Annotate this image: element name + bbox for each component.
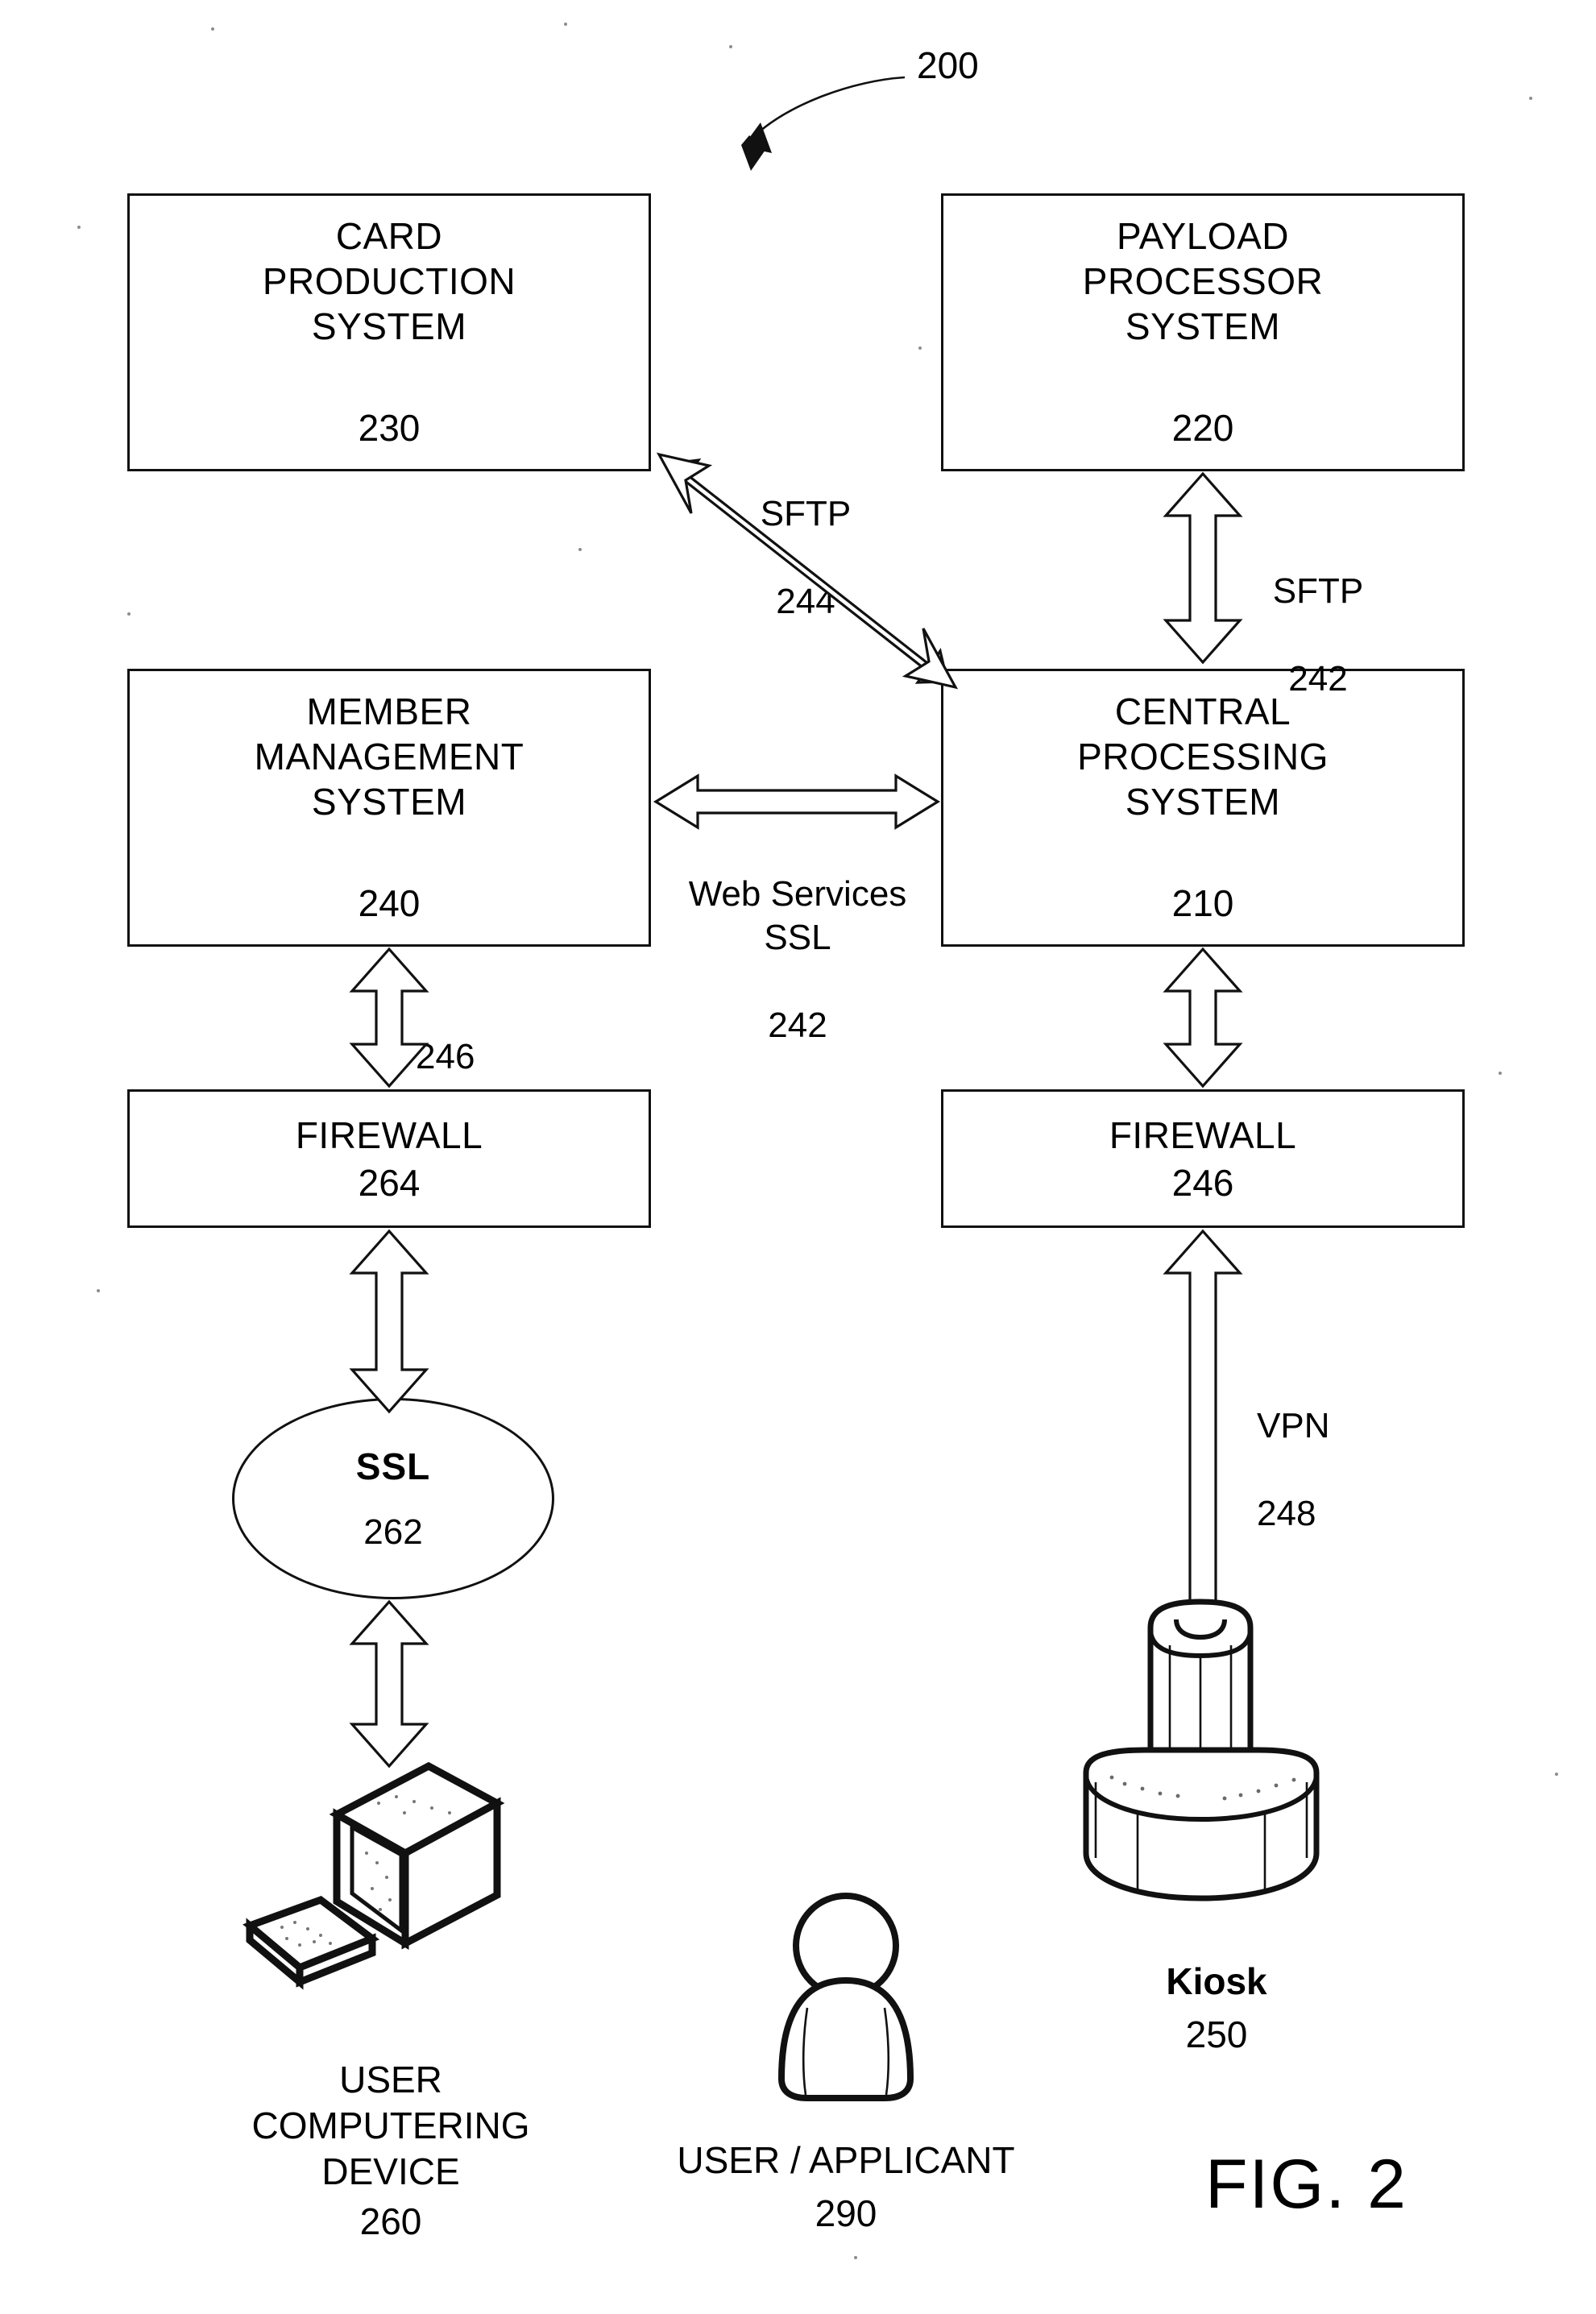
patent-figure-page: 200 CARD PRODUCTION SYSTEM 230 PAYLOAD P… (0, 0, 1596, 2314)
connector-vpn-248[interactable] (1163, 1229, 1243, 1656)
scan-speck (211, 27, 214, 31)
connector-ref: 248 (1257, 1493, 1316, 1533)
node-ref: 290 (815, 2192, 877, 2235)
scan-speck (1529, 97, 1532, 100)
scan-speck (77, 226, 81, 229)
node-central-processing-system[interactable]: CENTRAL PROCESSING SYSTEM 210 (941, 669, 1465, 947)
connector-ref: 246 (416, 1036, 475, 1076)
node-ref: 220 (1171, 407, 1234, 449)
connector-web-services-ssl-242[interactable] (653, 773, 941, 830)
scan-speck (564, 23, 567, 26)
node-title: MEMBER MANAGEMENT SYSTEM (254, 690, 524, 823)
figure-ref-leader (741, 76, 906, 171)
scan-speck (127, 612, 131, 616)
connector-label-vpn-248: VPN 248 (1257, 1360, 1442, 1536)
connector-protocol: VPN (1257, 1405, 1330, 1445)
node-card-production-system[interactable]: CARD PRODUCTION SYSTEM 230 (127, 193, 651, 471)
connector-protocol: SFTP (760, 493, 852, 533)
kiosk-icon (1083, 1599, 1320, 1901)
connector-label-sftp-244: SFTP 244 (709, 448, 902, 624)
connector-protocol: Web Services SSL (688, 873, 907, 958)
kiosk-ref: 250 (1072, 1966, 1362, 2058)
node-title: PAYLOAD PROCESSOR SYSTEM (1082, 215, 1324, 348)
user-computing-device-icon (243, 1761, 505, 1990)
node-payload-processor-system[interactable]: PAYLOAD PROCESSOR SYSTEM 220 (941, 193, 1465, 471)
node-ref: 230 (358, 407, 421, 449)
figure-ref-200: 200 (917, 44, 979, 86)
scan-speck (918, 346, 922, 350)
node-title: CARD PRODUCTION SYSTEM (262, 215, 516, 348)
node-ref: 264 (358, 1162, 421, 1205)
node-member-management-system[interactable]: MEMBER MANAGEMENT SYSTEM 240 (127, 669, 651, 947)
node-ref: 262 (363, 1512, 423, 1552)
connector-label-web-services-ssl-242: Web Services SSL 242 (669, 828, 927, 1048)
connector-ssl-to-user-device[interactable] (349, 1599, 429, 1769)
user-applicant-ref: 290 (620, 2145, 1072, 2237)
scan-speck (578, 548, 582, 551)
connector-ref: 244 (776, 581, 835, 621)
scan-speck (729, 45, 732, 48)
node-title: CENTRAL PROCESSING SYSTEM (1077, 690, 1329, 823)
node-ref: 260 (359, 2200, 422, 2243)
connector-label-sftp-242: SFTP 242 (1221, 525, 1415, 701)
node-firewall-right[interactable]: FIREWALL 246 (941, 1089, 1465, 1228)
node-ref: 240 (358, 882, 421, 924)
connector-ref: 242 (768, 1006, 827, 1046)
figure-caption: FIG. 2 (1205, 2146, 1407, 2223)
scan-speck (854, 2256, 857, 2259)
connector-protocol: SFTP (1272, 570, 1364, 611)
node-title: FIREWALL (295, 1113, 483, 1156)
connector-ref: 242 (1288, 658, 1348, 699)
node-firewall-left[interactable]: FIREWALL 264 (127, 1089, 651, 1228)
scan-speck (1555, 1773, 1558, 1776)
scan-speck (1499, 1072, 1502, 1075)
user-applicant-icon (777, 1893, 914, 2101)
user-device-ref: 260 (197, 2153, 584, 2245)
connector-label-246: 246 (416, 991, 529, 1079)
scan-speck (97, 1289, 100, 1292)
connector-cps-to-firewall-right[interactable] (1163, 947, 1243, 1089)
ssl-label: SSL (355, 1445, 431, 1487)
node-ref: 250 (1185, 2013, 1248, 2056)
node-ref: 210 (1171, 882, 1234, 924)
connector-firewall-left-to-ssl[interactable] (349, 1229, 429, 1414)
node-ref: 246 (1171, 1162, 1234, 1205)
node-title: FIREWALL (1109, 1113, 1297, 1156)
node-ssl-cloud[interactable]: SSL 262 (232, 1398, 554, 1599)
